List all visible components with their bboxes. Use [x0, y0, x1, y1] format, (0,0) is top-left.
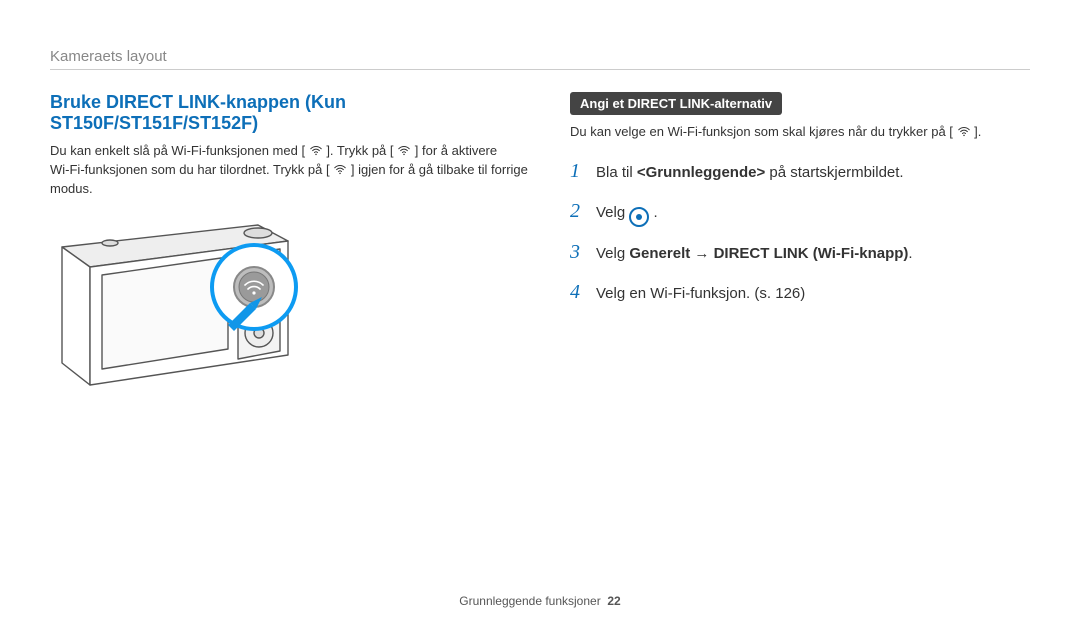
step-3-d: . — [908, 245, 912, 262]
step-1-c: på startskjermbildet. — [765, 164, 903, 181]
step-1-b: <Grunnleggende> — [637, 164, 765, 181]
camera-illustration — [50, 213, 320, 403]
intro-right-a: Du kan velge en Wi-Fi-funksjon som skal … — [570, 124, 953, 139]
step-3-arrow: → — [690, 245, 713, 262]
header-rule — [50, 69, 1030, 70]
target-icon — [629, 207, 649, 227]
footer-page-number: 22 — [607, 594, 620, 608]
step-3-c: DIRECT LINK (Wi-Fi-knapp) — [714, 245, 909, 262]
steps-list: 1 Bla til <Grunnleggende> på startskjerm… — [570, 156, 1030, 307]
wifi-icon — [309, 144, 323, 158]
step-3-a: Velg — [596, 245, 629, 262]
step-number: 4 — [570, 277, 584, 307]
step-2-b: . — [654, 204, 658, 221]
page-footer: Grunnleggende funksjoner 22 — [0, 594, 1080, 608]
step-number: 2 — [570, 196, 584, 226]
step-1: 1 Bla til <Grunnleggende> på startskjerm… — [570, 156, 1030, 186]
intro-left-b: ]. Trykk på [ — [326, 143, 393, 158]
breadcrumb: Kameraets layout — [50, 48, 1030, 65]
step-4-text: Velg en Wi-Fi-funksjon. (s. 126) — [596, 283, 805, 306]
step-1-a: Bla til — [596, 164, 637, 181]
intro-left-a: Du kan enkelt slå på Wi-Fi-funksjonen me… — [50, 143, 305, 158]
step-2-a: Velg — [596, 204, 629, 221]
wifi-icon — [333, 163, 347, 177]
step-3: 3 Velg Generelt → DIRECT LINK (Wi-Fi-kna… — [570, 237, 1030, 267]
intro-right-b: ]. — [974, 124, 981, 139]
wifi-icon — [957, 125, 971, 139]
footer-section: Grunnleggende funksjoner — [459, 594, 600, 608]
intro-right: Du kan velge en Wi-Fi-funksjon som skal … — [570, 123, 1030, 142]
step-number: 1 — [570, 156, 584, 186]
section-heading: Bruke DIRECT LINK-knappen (Kun ST150F/ST… — [50, 92, 530, 134]
step-number: 3 — [570, 237, 584, 267]
intro-left: Du kan enkelt slå på Wi-Fi-funksjonen me… — [50, 142, 530, 199]
step-3-b: Generelt — [629, 245, 690, 262]
step-2: 2 Velg . — [570, 196, 1030, 227]
step-4: 4 Velg en Wi-Fi-funksjon. (s. 126) — [570, 277, 1030, 307]
subheader-pill: Angi et DIRECT LINK-alternativ — [570, 92, 782, 115]
wifi-icon — [397, 144, 411, 158]
